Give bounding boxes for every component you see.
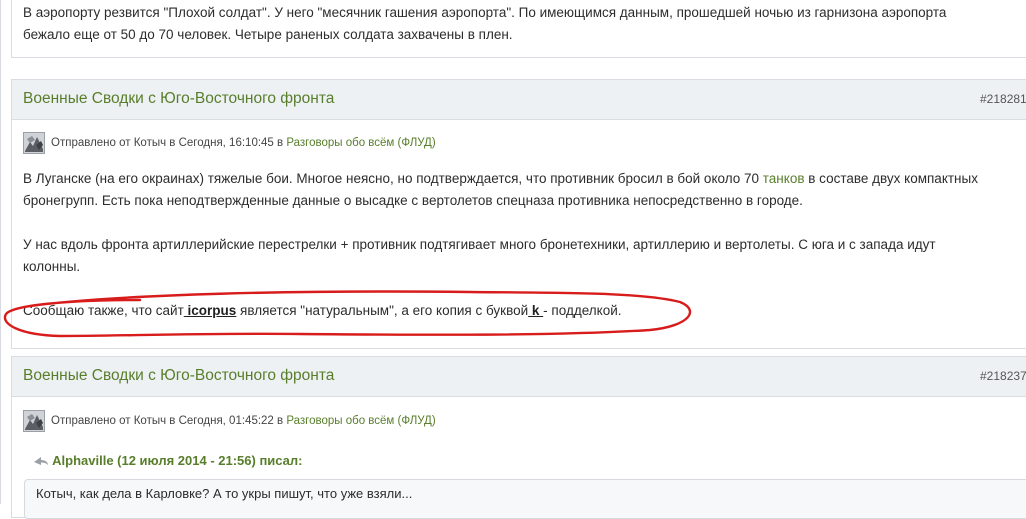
- post-1-paragraph-1-line-1: В Луганске (на его окраинах) тяжелые бои…: [23, 168, 1026, 190]
- tanks-link[interactable]: танков: [763, 171, 805, 186]
- page-left-border: [0, 0, 1, 504]
- quote-arrow-icon: [34, 457, 48, 465]
- post-1-id[interactable]: #218281: [980, 92, 1026, 106]
- previous-post-line-2: бежало еще от 50 до 70 человек. Четыре р…: [23, 27, 513, 42]
- previous-post: В аэропорту резвится "Плохой солдат". У …: [11, 0, 1026, 58]
- text-span: в составе двух компактных: [804, 171, 978, 186]
- post-1-title[interactable]: Военные Сводки с Юго-Восточного фронта: [23, 90, 334, 108]
- post-1-meta: Отправлено от Котыч в Сегодня, 16:10:45 …: [51, 137, 436, 149]
- quote-box: Котыч, как дела в Карловке? А то укры пи…: [24, 479, 1026, 519]
- text-span: В Луганске (на его окраинах) тяжелые бои…: [23, 171, 763, 186]
- forum-post-2: Военные Сводки с Юго-Восточного фронта #…: [11, 356, 1026, 519]
- previous-post-text: В аэропорту резвится "Плохой солдат". У …: [23, 2, 946, 46]
- post-1-header: Военные Сводки с Юго-Восточного фронта #…: [12, 80, 1026, 120]
- avatar[interactable]: [23, 410, 45, 432]
- post-2-meta: Отправлено от Котыч в Сегодня, 01:45:22 …: [51, 415, 436, 427]
- quote-text: Котыч, как дела в Карловке? А то укры пи…: [36, 486, 413, 501]
- red-circle-annotation: [3, 290, 692, 338]
- quote-header: Alphaville (12 июля 2014 - 21:56) писал:: [33, 453, 303, 468]
- post-1-paragraph-2-line-1: У нас вдоль фронта артиллерийские перест…: [23, 237, 936, 252]
- avatar-image: [24, 411, 44, 431]
- post-2-title[interactable]: Военные Сводки с Юго-Восточного фронта: [23, 367, 334, 385]
- quote-author: Alphaville (12 июля 2014 - 21:56) писал:: [52, 453, 303, 468]
- post-1-paragraph-1-line-2: бронегрупп. Есть пока неподтвержденные д…: [23, 193, 803, 208]
- post-1-meta-text: Отправлено от Котыч в Сегодня, 16:10:45 …: [51, 137, 287, 149]
- post-2-id[interactable]: #218237: [980, 369, 1026, 383]
- post-2-header: Военные Сводки с Юго-Восточного фронта #…: [12, 357, 1026, 397]
- post-2-meta-text: Отправлено от Котыч в Сегодня, 01:45:22 …: [51, 415, 287, 427]
- post-1-paragraph-2-line-2: колонны.: [23, 259, 81, 274]
- avatar[interactable]: [23, 132, 45, 154]
- avatar-image: [24, 133, 44, 153]
- previous-post-line-1: В аэропорту резвится "Плохой солдат". У …: [23, 5, 947, 20]
- post-2-forum-link[interactable]: Разговоры обо всём (ФЛУД): [286, 415, 435, 427]
- post-1-forum-link[interactable]: Разговоры обо всём (ФЛУД): [286, 137, 435, 149]
